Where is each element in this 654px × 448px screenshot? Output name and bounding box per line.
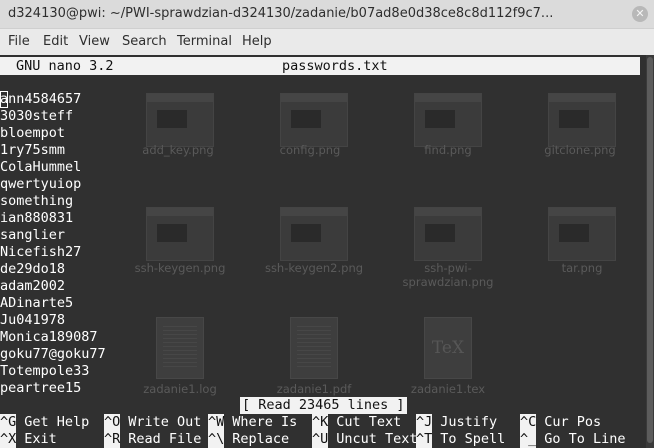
file-line: ann4584657: [0, 91, 82, 108]
shortcut-key: ^C: [520, 414, 537, 431]
file-thumbnail: [280, 93, 348, 147]
shortcut-key: ^X: [0, 431, 17, 448]
shortcut-label: Cut Text: [336, 414, 402, 430]
file-line: ColaHummel: [0, 159, 82, 175]
file-thumbnail: [548, 207, 616, 261]
shortcut-key: ^W: [208, 414, 225, 431]
shortcut-label: Uncut Text: [336, 431, 418, 447]
menu-search[interactable]: Search: [122, 34, 167, 49]
shortcut-write-out[interactable]: ^O Write Out: [104, 414, 201, 431]
file-line: sanglier: [0, 227, 66, 243]
file-line: goku77@goku77: [0, 346, 106, 362]
file-line: something: [0, 193, 74, 209]
shortcut-read-file[interactable]: ^R Read File: [104, 431, 201, 448]
shortcut-label: Cur Pos: [544, 414, 602, 430]
file-line: adam2002: [0, 278, 66, 294]
document-thumbnail: [156, 317, 204, 379]
shortcut-label: Go To Line: [544, 431, 626, 447]
menu-terminal[interactable]: Terminal: [177, 34, 232, 49]
menu-bar: File Edit View Search Terminal Help: [0, 29, 654, 55]
scrollbar-thumb[interactable]: [647, 57, 653, 443]
file-line: Ju041978: [0, 312, 66, 328]
shortcut-where-is[interactable]: ^W Where Is: [208, 414, 297, 431]
shortcut-get-help[interactable]: ^G Get Help: [0, 414, 89, 431]
file-line: Nicefish27: [0, 244, 82, 260]
file-label: config.png: [279, 143, 341, 157]
document-thumbnail: [290, 317, 338, 379]
nano-version: GNU nano 3.2: [16, 58, 114, 74]
file-thumbnail: [280, 207, 348, 261]
shortcut-exit[interactable]: ^X Exit: [0, 431, 57, 448]
file-line: peartree15: [0, 380, 82, 396]
file-thumbnail: [146, 93, 214, 147]
shortcut-key: ^\: [208, 431, 225, 448]
file-line: 1ry75smm: [0, 142, 66, 158]
shortcut-label: Where Is: [232, 414, 298, 430]
shortcut-key: ^J: [416, 414, 433, 431]
shortcut-label: Read File: [128, 431, 202, 447]
shortcut-key: ^K: [312, 414, 329, 431]
terminal-scrollbar[interactable]: [646, 55, 654, 448]
shortcut-key: ^R: [104, 431, 121, 448]
file-thumbnail: [414, 207, 482, 261]
title-bar[interactable]: d324130@pwi: ~/PWI-sprawdzian-d324130/za…: [0, 0, 654, 29]
file-label: ssh-keygen.png: [134, 261, 226, 275]
shortcut-label: Justify: [440, 414, 498, 430]
shortcut-replace[interactable]: ^\ Replace: [208, 431, 289, 448]
shortcut-key: ^T: [416, 431, 433, 448]
shortcut-uncut-text[interactable]: ^U Uncut Text: [312, 431, 418, 448]
file-line: bloempot: [0, 125, 66, 141]
shortcut-label: Exit: [24, 431, 57, 447]
shortcut-key: ^_: [520, 431, 537, 448]
file-label: add_key.png: [142, 143, 214, 157]
shortcut-label: Replace: [232, 431, 290, 447]
text-cursor: [0, 91, 8, 108]
file-label: find.png: [424, 143, 472, 157]
shortcut-go-to-line[interactable]: ^_ Go To Line: [520, 431, 626, 448]
menu-view[interactable]: View: [79, 34, 110, 49]
shortcut-key: ^U: [312, 431, 329, 448]
shortcut-key: ^G: [0, 414, 17, 431]
shortcut-label: Get Help: [24, 414, 90, 430]
shortcut-cut-text[interactable]: ^K Cut Text: [312, 414, 401, 431]
shortcut-cur-pos[interactable]: ^C Cur Pos: [520, 414, 601, 431]
menu-file[interactable]: File: [8, 34, 30, 49]
file-thumbnail: [548, 93, 616, 147]
shortcut-justify[interactable]: ^J Justify: [416, 414, 497, 431]
desktop-background: add_key.png config.png find.png gitclone…: [108, 77, 646, 417]
file-line: Monica189087: [0, 329, 98, 345]
file-label: zadanie1.log: [143, 382, 217, 396]
file-line: de29do18: [0, 261, 66, 277]
terminal-area[interactable]: add_key.png config.png find.png gitclone…: [0, 55, 646, 448]
file-label: ssh-pwi- sprawdzian.png: [402, 261, 494, 289]
shortcut-to-spell[interactable]: ^T To Spell: [416, 431, 505, 448]
file-thumbnail: [414, 93, 482, 147]
file-line: ADinarte5: [0, 295, 74, 311]
shortcut-key: ^O: [104, 414, 121, 431]
file-label: tar.png: [561, 261, 603, 275]
terminal-window: d324130@pwi: ~/PWI-sprawdzian-d324130/za…: [0, 0, 654, 448]
file-line: qwertyuiop: [0, 176, 82, 192]
menu-help[interactable]: Help: [242, 34, 272, 49]
status-message: [ Read 23465 lines ]: [240, 397, 407, 414]
menu-edit[interactable]: Edit: [43, 34, 68, 49]
close-icon[interactable]: ✕: [632, 6, 648, 22]
file-content[interactable]: ann4584657 3030steff bloempot 1ry75smm C…: [0, 91, 108, 397]
nano-filename: passwords.txt: [282, 58, 388, 74]
file-label: gitclone.png: [544, 143, 616, 157]
file-label: zadanie1.tex: [410, 382, 486, 396]
window-title: d324130@pwi: ~/PWI-sprawdzian-d324130/za…: [8, 6, 554, 21]
tex-file-icon: TeX: [424, 317, 472, 379]
file-line: ian880831: [0, 210, 74, 226]
shortcut-label: Write Out: [128, 414, 202, 430]
shortcut-label: To Spell: [440, 431, 506, 447]
file-thumbnail: [146, 207, 214, 261]
nano-header: GNU nano 3.2 passwords.txt: [0, 57, 640, 75]
file-line: Totempole33: [0, 363, 90, 379]
file-line: 3030steff: [0, 108, 74, 124]
file-label: ssh-keygen2.png: [264, 261, 364, 275]
file-label: zadanie1.pdf: [276, 382, 352, 396]
